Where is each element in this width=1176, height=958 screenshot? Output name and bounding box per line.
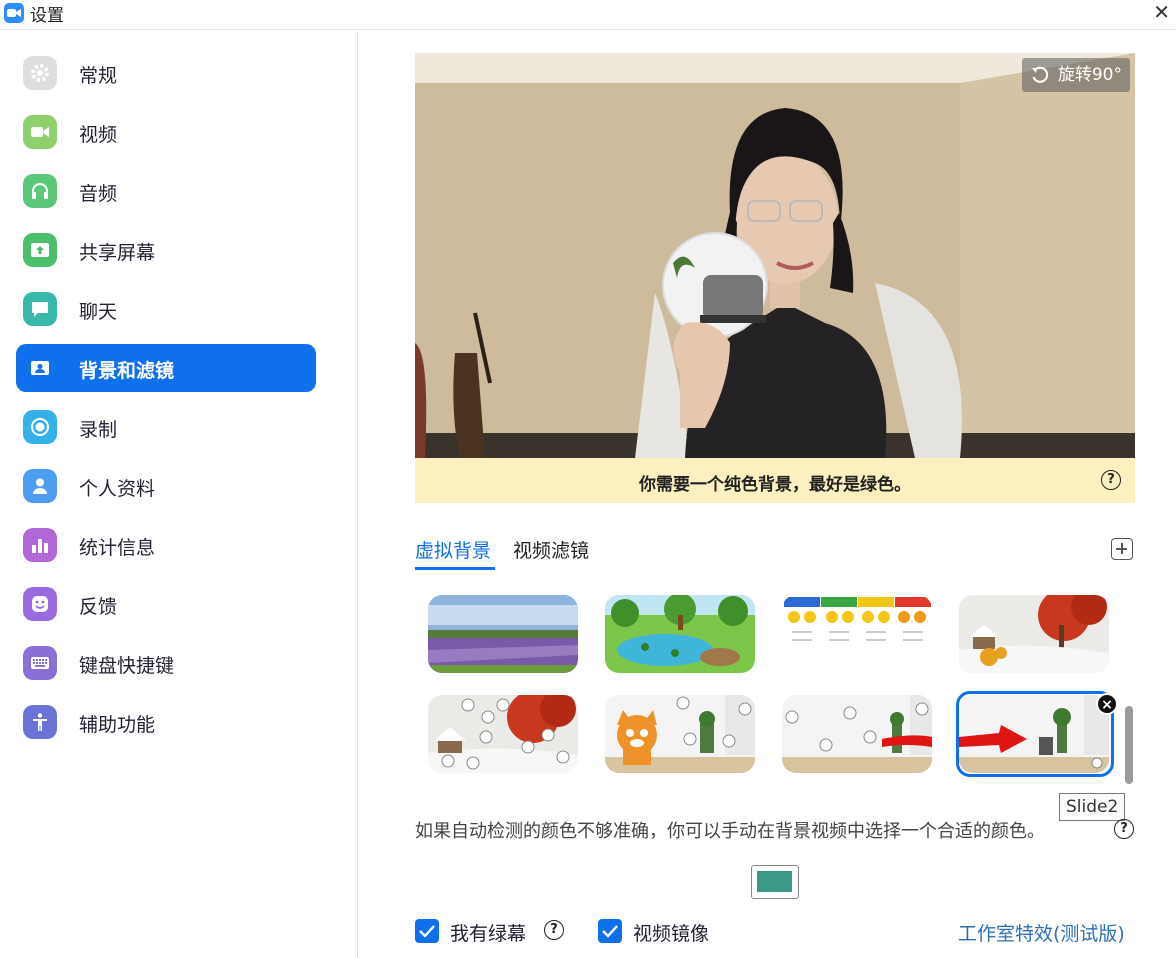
mirror-video-label: 视频镜像 bbox=[633, 923, 710, 945]
share-screen-icon bbox=[23, 233, 57, 267]
key-color-picker[interactable] bbox=[751, 865, 799, 899]
background-thumbnail-lavender-field[interactable] bbox=[428, 595, 578, 673]
rotate-icon bbox=[1031, 66, 1048, 83]
studio-effects-link[interactable]: 工作室特效(测试版) bbox=[958, 919, 1125, 946]
delete-background-close-icon[interactable]: × bbox=[1096, 693, 1118, 715]
sidebar-item-share-screen[interactable]: 共享屏幕 bbox=[16, 226, 316, 274]
green-screen-help-icon[interactable]: ? bbox=[544, 920, 564, 940]
sidebar-item-audio[interactable]: 音频 bbox=[16, 167, 316, 215]
key-color-swatch bbox=[757, 871, 792, 892]
background-thumbnail-cartoon-pond[interactable] bbox=[605, 595, 755, 673]
sidebar-item-label: 个人资料 bbox=[79, 478, 156, 500]
settings-sidebar: 常规 视频 音频 共享屏幕 聊天 背景和滤镜 录制 个人资料 统计信息 反馈 键… bbox=[0, 31, 358, 958]
sidebar-item-label: 录制 bbox=[79, 419, 118, 441]
background-portrait-icon bbox=[23, 351, 57, 385]
close-icon[interactable]: ✕ bbox=[1153, 0, 1170, 24]
record-icon bbox=[23, 410, 57, 444]
green-screen-label: 我有绿幕 bbox=[450, 923, 527, 945]
accessibility-icon bbox=[23, 705, 57, 739]
background-thumbnail-winter-tree-icons[interactable] bbox=[428, 695, 578, 773]
selected-background-outline bbox=[956, 691, 1114, 777]
color-hint-help-icon[interactable]: ? bbox=[1114, 819, 1134, 839]
sidebar-item-label: 辅助功能 bbox=[79, 714, 156, 736]
sidebar-item-accessibility[interactable]: 辅助功能 bbox=[16, 698, 316, 746]
sidebar-item-label: 键盘快捷键 bbox=[79, 655, 175, 677]
rotate-90-button[interactable]: 旋转90° bbox=[1021, 58, 1130, 92]
window-title: 设置 bbox=[30, 6, 64, 26]
sidebar-item-feedback[interactable]: 反馈 bbox=[16, 580, 316, 628]
sidebar-item-recording[interactable]: 录制 bbox=[16, 403, 316, 451]
warning-text: 你需要一个纯色背景，最好是绿色。 bbox=[639, 475, 911, 495]
keyboard-icon bbox=[23, 646, 57, 680]
solid-background-warning: 你需要一个纯色背景，最好是绿色。 ? bbox=[415, 458, 1135, 503]
sidebar-item-general[interactable]: 常规 bbox=[16, 49, 316, 97]
warning-help-icon[interactable]: ? bbox=[1101, 470, 1121, 490]
sidebar-item-statistics[interactable]: 统计信息 bbox=[16, 521, 316, 569]
background-thumbnail-room-arrow[interactable] bbox=[782, 695, 932, 773]
background-name-tooltip: Slide2 bbox=[1059, 793, 1126, 821]
title-bar: 设置 ✕ bbox=[0, 0, 1176, 30]
video-camera-icon bbox=[23, 115, 57, 149]
active-tab-underline bbox=[415, 567, 495, 570]
sidebar-item-label: 音频 bbox=[79, 183, 118, 205]
sidebar-item-label: 共享屏幕 bbox=[79, 242, 156, 264]
user-profile-icon bbox=[23, 469, 57, 503]
headphones-icon bbox=[23, 174, 57, 208]
smiley-icon bbox=[23, 587, 57, 621]
color-picker-hint: 如果自动检测的颜色不够准确，你可以手动在背景视频中选择一个合适的颜色。 bbox=[415, 821, 1045, 842]
rotate-label: 旋转90° bbox=[1057, 65, 1122, 85]
sidebar-item-label: 反馈 bbox=[79, 596, 118, 618]
add-background-button[interactable] bbox=[1111, 538, 1133, 560]
sidebar-item-label: 聊天 bbox=[79, 301, 118, 323]
backgrounds-scrollbar[interactable] bbox=[1124, 586, 1134, 786]
green-screen-checkbox[interactable] bbox=[415, 919, 439, 943]
gear-icon bbox=[23, 56, 57, 90]
sidebar-item-label: 背景和滤镜 bbox=[79, 360, 175, 382]
sidebar-item-background-filters[interactable]: 背景和滤镜 bbox=[16, 344, 316, 392]
chat-bubble-icon bbox=[23, 292, 57, 326]
sidebar-item-chat[interactable]: 聊天 bbox=[16, 285, 316, 333]
background-thumbnail-cat-room[interactable] bbox=[605, 695, 755, 773]
zoom-logo-icon bbox=[4, 3, 24, 23]
sidebar-item-label: 视频 bbox=[79, 124, 118, 146]
sidebar-item-label: 统计信息 bbox=[79, 537, 156, 559]
scrollbar-thumb[interactable] bbox=[1125, 706, 1133, 784]
statistics-icon bbox=[23, 528, 57, 562]
sidebar-item-keyboard-shortcuts[interactable]: 键盘快捷键 bbox=[16, 639, 316, 687]
background-thumbnail-winter-tree[interactable] bbox=[959, 595, 1109, 673]
tab-virtual-background[interactable]: 虚拟背景 bbox=[415, 536, 491, 563]
sidebar-item-profile[interactable]: 个人资料 bbox=[16, 462, 316, 510]
settings-window: 设置 ✕ 常规 视频 音频 共享屏幕 聊天 背景和滤镜 录制 个人资料 统计信息… bbox=[0, 0, 1176, 958]
background-settings-panel: 旋转90° 你需要一个纯色背景，最好是绿色。 ? 虚拟背景 视频滤镜 × Sli… bbox=[359, 31, 1176, 958]
sidebar-item-video[interactable]: 视频 bbox=[16, 108, 316, 156]
video-preview: 旋转90° bbox=[415, 53, 1135, 458]
sidebar-item-label: 常规 bbox=[79, 65, 118, 87]
camera-feed-image bbox=[415, 53, 1135, 458]
tab-video-filters[interactable]: 视频滤镜 bbox=[513, 536, 589, 563]
background-thumbnail-emoji-chart[interactable] bbox=[782, 595, 932, 673]
mirror-video-checkbox[interactable] bbox=[598, 919, 622, 943]
